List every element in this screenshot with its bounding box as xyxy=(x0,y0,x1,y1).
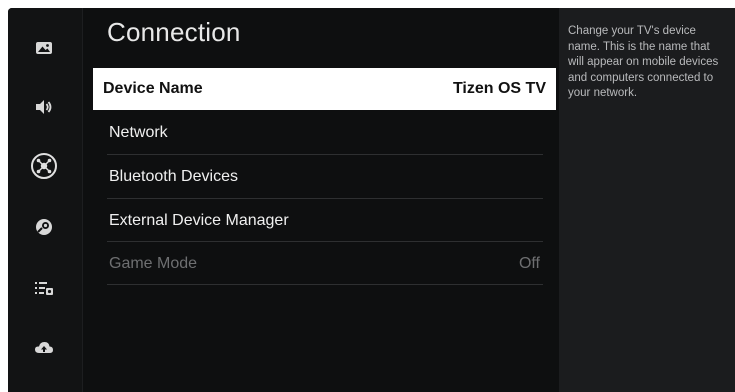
support-icon[interactable] xyxy=(30,213,58,241)
connection-icon[interactable] xyxy=(30,152,58,180)
menu-item-label: External Device Manager xyxy=(109,211,289,229)
menu-item-value: Tizen OS TV xyxy=(452,80,546,97)
sound-icon[interactable] xyxy=(30,93,58,121)
menu-item-label: Device Name xyxy=(103,80,203,97)
menu-item-value: Off xyxy=(518,254,540,272)
menu-item-bluetooth-devices[interactable]: Bluetooth Devices xyxy=(97,155,552,198)
cloud-icon[interactable] xyxy=(30,334,58,362)
menu-item-label: Bluetooth Devices xyxy=(109,167,238,185)
help-description: Change your TV's device name. This is th… xyxy=(568,25,719,99)
menu-item-device-name[interactable]: Device Name Tizen OS TV xyxy=(93,68,556,110)
page-title: Connection xyxy=(107,17,241,47)
divider xyxy=(107,284,543,285)
settings-panel: Connection Device Name Tizen OS TV Netwo… xyxy=(83,8,559,392)
menu-item-external-device-manager[interactable]: External Device Manager xyxy=(97,199,552,242)
picture-icon[interactable] xyxy=(30,34,58,62)
general-icon[interactable] xyxy=(30,274,58,302)
menu-item-network[interactable]: Network xyxy=(97,111,552,154)
category-sidebar xyxy=(8,8,83,392)
tv-settings-screen: Connection Device Name Tizen OS TV Netwo… xyxy=(8,8,735,392)
menu-item-label: Game Mode xyxy=(109,254,198,272)
help-panel: Change your TV's device name. This is th… xyxy=(559,8,735,392)
menu-item-game-mode: Game Mode Off xyxy=(97,242,552,285)
menu-item-label: Network xyxy=(109,123,168,141)
